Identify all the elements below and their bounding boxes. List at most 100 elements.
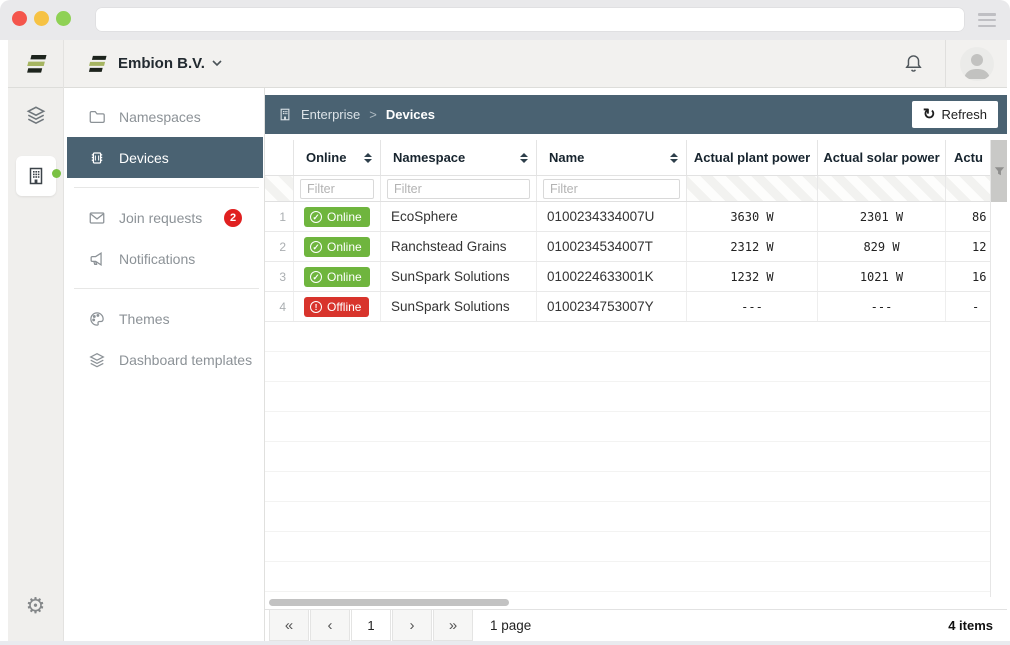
clipped-cell: 16 [946,262,990,291]
namespace-cell: SunSpark Solutions [381,292,537,321]
namespace-cell: SunSpark Solutions [381,262,537,291]
sidebar-item-join-requests[interactable]: Join requests 2 [64,197,264,238]
name-cell: 0100234753007Y [537,292,687,321]
org-selector[interactable]: Embion B.V. [64,54,264,74]
table-row[interactable]: 2 ✓ Online Ranchstead Grains 01002345340 [265,232,990,262]
maximize-window-button[interactable] [56,11,71,26]
plant-power-cell: 3630 W [687,202,818,231]
namespace-filter-input[interactable] [387,179,530,199]
breadcrumb-root[interactable]: Enterprise [301,107,360,122]
solar-power-cell: --- [818,292,946,321]
browser-menu-icon[interactable] [978,13,996,27]
namespace-cell: Ranchstead Grains [381,232,537,261]
palette-icon [88,310,106,328]
empty-row [265,352,990,382]
table-row[interactable]: 4 ! Offline SunSpark Solutions 010023475 [265,292,990,322]
column-header-online[interactable]: Online [294,140,381,175]
horizontal-scrollbar-thumb[interactable] [269,599,509,606]
rail-item-templates[interactable] [8,88,63,142]
sidebar-item-label: Notifications [119,251,195,267]
check-circle-icon: ✓ [310,271,322,283]
next-page-button[interactable]: › [392,610,432,641]
enterprise-online-dot [52,169,61,178]
empty-row [265,382,990,412]
app-root: ⚙ Embion B.V. [8,40,1007,641]
online-status-cell: ✓ Online [294,202,381,231]
status-badge: ✓ Online [304,207,370,227]
sidebar-item-notifications[interactable]: Notifications [64,238,264,279]
check-circle-icon: ✓ [310,211,322,223]
minimize-window-button[interactable] [34,11,49,26]
sidebar-item-namespaces[interactable]: Namespaces [64,96,264,137]
row-number: 3 [265,262,294,291]
chip-icon [88,149,106,167]
refresh-icon: ↻ [923,107,936,122]
table-filter-row [265,176,990,202]
sidebar-item-devices[interactable]: Devices [67,137,263,178]
column-header-namespace[interactable]: Namespace [381,140,537,175]
row-number: 1 [265,202,294,231]
top-bar: Embion B.V. [64,40,1007,88]
rail-item-enterprise[interactable] [16,156,56,196]
sort-icon[interactable] [364,153,372,163]
table-row[interactable]: 3 ✓ Online SunSpark Solutions 0100224633 [265,262,990,292]
browser-chrome [0,0,1010,40]
sidebar-item-themes[interactable]: Themes [64,298,264,339]
close-window-button[interactable] [12,11,27,26]
sidebar-item-label: Namespaces [119,109,201,125]
breadcrumb-separator: > [369,107,377,122]
filter-toggle-button[interactable] [991,140,1007,202]
refresh-button[interactable]: ↻ Refresh [912,101,998,128]
settings-button[interactable]: ⚙ [26,595,46,617]
page-number-button[interactable]: 1 [351,610,391,641]
pagination-bar: « ‹ 1 › » 1 page 4 items [265,609,1007,641]
column-header-solar-power[interactable]: Actual solar power [818,140,946,175]
horizontal-scrollbar [265,597,1007,609]
column-header-name[interactable]: Name [537,140,687,175]
filter-cell-namespace [381,176,537,201]
notifications-button[interactable] [881,53,945,74]
solar-power-cell: 829 W [818,232,946,261]
sidebar-divider [74,187,259,188]
first-page-button[interactable]: « [269,610,309,641]
clipped-cell: 12 [946,232,990,261]
prev-page-button[interactable]: ‹ [310,610,350,641]
sort-icon[interactable] [520,153,528,163]
window-controls [12,11,71,26]
check-circle-icon: ✓ [310,241,322,253]
name-cell: 0100234534007T [537,232,687,261]
sidebar-item-label: Themes [119,311,170,327]
pages-count-label: 1 page [490,618,531,633]
bell-icon [903,53,924,74]
empty-row [265,472,990,502]
filter-cell-rownum [265,176,294,201]
last-page-button[interactable]: » [433,610,473,641]
embion-logo-icon [85,54,109,74]
clipped-cell: - [946,292,990,321]
window-bottom-edge [0,641,1010,645]
empty-row [265,322,990,352]
gear-icon: ⚙ [26,593,46,618]
status-badge: ! Offline [304,297,369,317]
empty-row [265,532,990,562]
namespace-cell: EcoSphere [381,202,537,231]
folder-icon [88,108,106,126]
name-filter-input[interactable] [543,179,680,199]
sidebar-item-dashboard-templates[interactable]: Dashboard templates [64,339,264,380]
envelope-icon [88,209,106,227]
sidebar-item-label: Join requests [119,210,202,226]
online-status-cell: ! Offline [294,292,381,321]
user-menu[interactable] [945,40,1007,88]
url-bar[interactable] [95,7,965,32]
sidebar: Namespaces Devices [64,88,265,641]
empty-row [265,412,990,442]
filter-cell-plant [687,176,818,201]
empty-row [265,442,990,472]
column-header-clipped[interactable]: Actu [946,140,990,175]
column-header-plant-power[interactable]: Actual plant power [687,140,818,175]
building-icon [278,107,292,122]
online-filter-input[interactable] [300,179,374,199]
sort-icon[interactable] [670,153,678,163]
table-row[interactable]: 1 ✓ Online EcoSphere 0100234334007U [265,202,990,232]
plant-power-cell: 2312 W [687,232,818,261]
